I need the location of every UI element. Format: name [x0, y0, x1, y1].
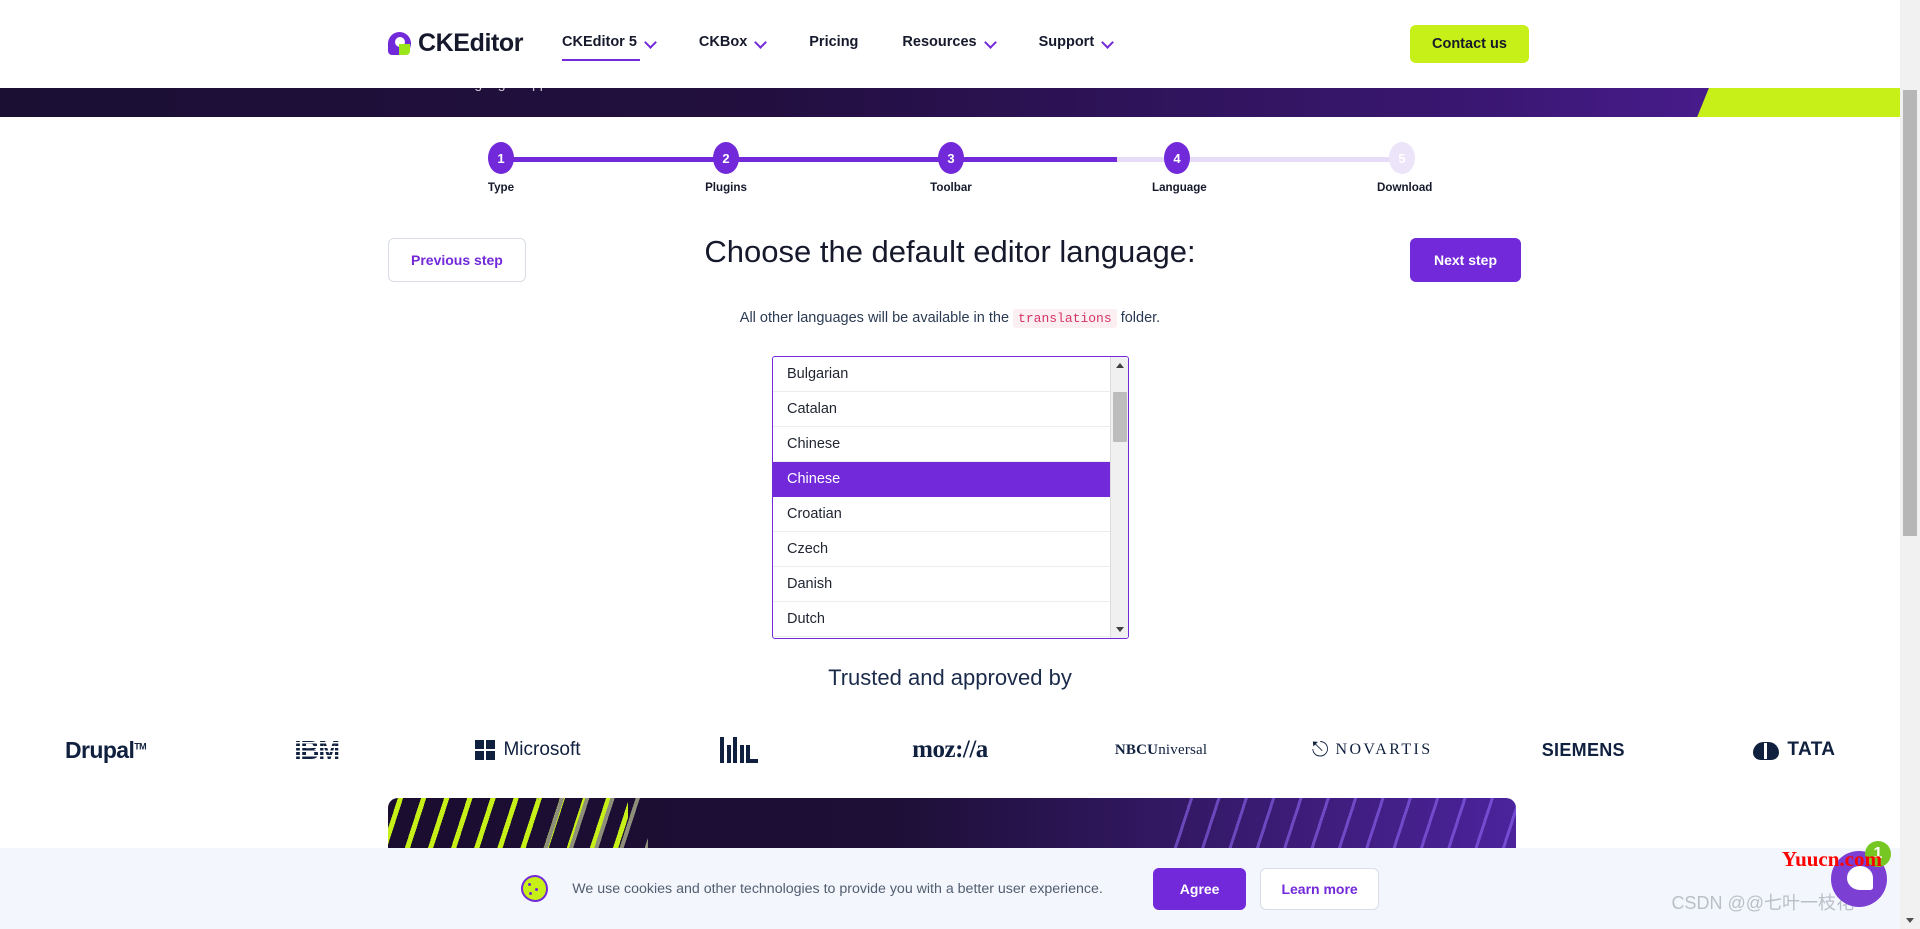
step-number: 5: [1389, 142, 1415, 174]
step-number: 3: [938, 142, 964, 174]
subtitle-text-before: All other languages will be available in…: [739, 310, 1010, 326]
listbox-scrollbar[interactable]: [1110, 357, 1128, 638]
step-3-toolbar[interactable]: 3 Toolbar: [926, 142, 976, 194]
cookie-consent-bar: We use cookies and other technologies to…: [0, 848, 1900, 929]
ckeditor-logo-icon: [388, 32, 411, 55]
microsoft-logo-icon: Microsoft: [474, 739, 581, 761]
nav-item-label: CKBox: [698, 34, 748, 50]
chevron-down-icon: [1103, 38, 1112, 47]
nbc-light-part: niversal: [1158, 741, 1208, 758]
microsoft-logo-label: Microsoft: [503, 739, 581, 760]
step-4-language[interactable]: 4 Language: [1152, 142, 1207, 194]
language-option[interactable]: Catalan: [773, 392, 1110, 427]
nav-item-pricing[interactable]: Pricing: [787, 30, 880, 54]
brand-name: CKEditor: [418, 29, 524, 57]
brand-logo[interactable]: CKEditor: [388, 29, 524, 58]
mit-logo-icon: [720, 737, 758, 763]
subtitle-text-after: folder.: [1120, 310, 1161, 326]
language-option[interactable]: Dutch: [773, 602, 1110, 637]
page-root: CKEditor CKEditor 5 CKBox Pricing Resour…: [0, 0, 1920, 929]
logo-mit: [633, 737, 844, 763]
agree-button[interactable]: Agree: [1152, 867, 1247, 910]
logo-tata: TATA: [1689, 739, 1900, 761]
chevron-down-icon: [756, 38, 765, 47]
ribbon-notch: [1884, 88, 1900, 106]
novartis-mark-icon: ⎋: [1311, 738, 1329, 761]
chevron-down-icon: [986, 38, 995, 47]
nav-item-ckbox[interactable]: CKBox: [677, 30, 787, 54]
cookie-consent-text: We use cookies and other technologies to…: [572, 880, 1103, 897]
language-option[interactable]: Bulgarian: [773, 357, 1110, 392]
drupal-tm-mark: TM: [134, 740, 147, 751]
novartis-logo-label: NOVARTIS: [1335, 741, 1433, 758]
ibm-logo-icon: IBM: [294, 734, 340, 765]
stepper-line-active: [501, 157, 1117, 162]
nav-item-resources[interactable]: Resources: [880, 30, 1016, 54]
nav-item-ckeditor5[interactable]: CKEditor 5: [540, 30, 677, 61]
step-2-plugins[interactable]: 2 Plugins: [701, 142, 751, 194]
page-scroll-down-arrow-icon[interactable]: [1900, 911, 1920, 929]
logo-novartis: ⎋ NOVARTIS: [1267, 738, 1478, 762]
logo-ibm: IBM: [211, 735, 422, 766]
nav-item-label: Pricing: [809, 34, 859, 50]
logo-nbcuniversal: NBCUniversal: [1056, 742, 1267, 759]
language-select-listbox[interactable]: Bulgarian Catalan Chinese Chinese Croati…: [772, 356, 1129, 639]
logo-drupal: DrupalTM: [0, 737, 211, 764]
logo-mozilla: moz://a: [844, 736, 1055, 764]
nbc-bold-part: NBCU: [1114, 741, 1159, 758]
page-subtitle: All other languages will be available in…: [0, 309, 1900, 328]
drupal-logo-label: Drupal: [65, 736, 135, 763]
step-number: 1: [488, 142, 514, 174]
step-number: 2: [713, 142, 739, 174]
page-scrollbar-thumb[interactable]: [1903, 90, 1917, 536]
drupal-logo-icon: DrupalTM: [65, 736, 147, 764]
step-number: 4: [1164, 142, 1190, 174]
main-navigation: CKEditor 5 CKBox Pricing Resources Suppo…: [540, 30, 1135, 61]
contact-us-button[interactable]: Contact us: [1410, 25, 1529, 63]
language-option[interactable]: Croatian: [773, 497, 1110, 532]
nav-item-label: CKEditor 5: [562, 34, 637, 50]
nav-item-label: Resources: [902, 34, 977, 50]
nbcuniversal-logo-icon: NBCUniversal: [1115, 742, 1207, 759]
nav-item-support[interactable]: Support: [1017, 30, 1135, 54]
trusted-section-title: Trusted and approved by: [828, 665, 1072, 690]
logo-microsoft: Microsoft: [422, 739, 633, 761]
novartis-logo-icon: ⎋ NOVARTIS: [1312, 738, 1433, 762]
ribbon-wedge-lime: [1685, 85, 1900, 117]
tata-logo-label: TATA: [1787, 739, 1836, 760]
nav-item-label: Support: [1038, 34, 1095, 50]
language-option[interactable]: Czech: [773, 532, 1110, 567]
step-label: Plugins: [705, 181, 747, 194]
language-option[interactable]: Danish: [773, 567, 1110, 602]
step-label: Type: [487, 181, 515, 194]
cookie-icon: [521, 875, 549, 902]
chevron-down-icon: [646, 38, 655, 47]
logo-siemens: SIEMENS: [1478, 740, 1689, 761]
step-5-download[interactable]: 5 Download: [1377, 142, 1433, 194]
promo-ribbon: Now with language support: [0, 85, 1900, 117]
scroll-down-arrow-icon[interactable]: [1111, 621, 1128, 638]
learn-more-button[interactable]: Learn more: [1260, 867, 1379, 910]
step-label: Language: [1152, 181, 1207, 194]
listbox-scrollbar-thumb[interactable]: [1113, 392, 1127, 442]
step-label: Download: [1377, 181, 1433, 194]
tata-logo-icon: TATA: [1753, 739, 1835, 761]
page-title: Choose the default editor language:: [704, 234, 1196, 269]
mozilla-logo-icon: moz://a: [912, 736, 988, 763]
siemens-logo-icon: SIEMENS: [1541, 739, 1625, 760]
watermark-gray: CSDN @@七叶一枝花: [1671, 893, 1854, 913]
translations-code-label: translations: [1013, 309, 1117, 328]
page-scrollbar[interactable]: [1900, 0, 1920, 929]
language-option-list: Bulgarian Catalan Chinese Chinese Croati…: [773, 357, 1110, 638]
step-1-type[interactable]: 1 Type: [476, 142, 526, 194]
language-option-selected[interactable]: Chinese: [773, 462, 1110, 497]
step-label: Toolbar: [930, 181, 972, 194]
language-option[interactable]: Chinese: [773, 427, 1110, 462]
site-header: CKEditor CKEditor 5 CKBox Pricing Resour…: [0, 0, 1900, 88]
trusted-logo-row: DrupalTM IBM Microsoft moz://a NBCUniver…: [0, 720, 1900, 780]
scroll-up-arrow-icon[interactable]: [1111, 357, 1128, 374]
wizard-stepper: 1 Type 2 Plugins 3 Toolbar 4 Language 5 …: [380, 142, 1520, 202]
watermark-red: Yuucn.com: [1781, 847, 1882, 871]
